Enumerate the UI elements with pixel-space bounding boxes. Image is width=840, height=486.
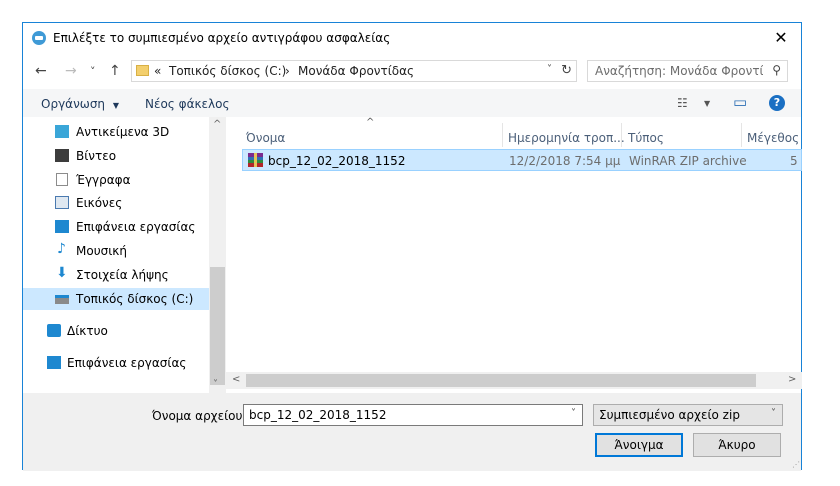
view-dropdown-icon[interactable]: ▼: [704, 99, 710, 108]
column-header-date[interactable]: Ημερομηνία τροπ...: [508, 131, 625, 145]
sidebar-item-label: Επιφάνεια εργασίας: [67, 356, 187, 370]
scroll-up-icon[interactable]: ^: [213, 119, 221, 130]
search-icon[interactable]: ⚲: [772, 63, 781, 77]
file-list: ^ Όνομα Ημερομηνία τροπ... Τύπος Μέγεθος…: [226, 117, 802, 393]
sidebar-item-documents[interactable]: Έγγραφα: [23, 169, 208, 191]
organize-label: Οργάνωση: [41, 97, 106, 111]
file-type-value: Συμπιεσμένο αρχείο zip: [599, 408, 740, 422]
sidebar-item-downloads[interactable]: ⬇ Στοιχεία λήψης: [23, 264, 208, 286]
open-button[interactable]: Άνοιγμα: [595, 433, 683, 457]
local-disk-icon: [55, 295, 69, 304]
recent-locations-icon[interactable]: ˅: [90, 65, 96, 78]
help-icon[interactable]: ?: [769, 95, 785, 111]
sidebar-item-label: Αντικείμενα 3D: [76, 125, 170, 139]
forward-icon[interactable]: →: [65, 63, 77, 79]
winrar-archive-icon: [248, 153, 263, 167]
scroll-left-icon[interactable]: <: [232, 374, 240, 385]
view-options-icon[interactable]: ☷: [677, 96, 688, 110]
app-icon: [32, 31, 46, 45]
new-folder-button[interactable]: Νέος φάκελος: [145, 97, 230, 111]
sidebar-item-label: Στοιχεία λήψης: [76, 268, 169, 282]
navigation-pane: Αντικείμενα 3D Βίντεο Έγγραφα Εικόνες Επ…: [23, 117, 226, 393]
command-toolbar: Οργάνωση ▼ Νέος φάκελος ☷ ▼ ▭ ?: [23, 89, 801, 117]
sidebar-item-label: Έγγραφα: [76, 173, 131, 187]
horizontal-scrollbar[interactable]: < >: [226, 372, 802, 389]
sidebar-item-3d-objects[interactable]: Αντικείμενα 3D: [23, 121, 208, 143]
downloads-icon: ⬇: [56, 265, 68, 281]
column-divider[interactable]: [502, 123, 503, 147]
navigation-scrollbar[interactable]: ^ ˅: [209, 117, 226, 393]
back-icon[interactable]: ←: [35, 63, 47, 79]
breadcrumb-current-folder[interactable]: Μονάδα Φροντίδας: [298, 64, 414, 78]
sidebar-item-label: Εικόνες: [76, 196, 123, 210]
breadcrumb-overflow[interactable]: «: [154, 64, 161, 78]
desktop-icon: [55, 220, 69, 233]
up-folder-icon[interactable]: ↑: [109, 63, 121, 79]
column-divider[interactable]: [741, 123, 742, 147]
sidebar-item-label: Μουσική: [76, 244, 127, 258]
3d-objects-icon: [55, 125, 69, 138]
file-type-select[interactable]: Συμπιεσμένο αρχείο zip ˅: [593, 404, 783, 426]
sidebar-item-label: Δίκτυο: [67, 324, 108, 338]
cancel-button[interactable]: Άκυρο: [693, 433, 781, 457]
search-input[interactable]: Αναζήτηση: Μονάδα Φροντί... ⚲: [587, 60, 788, 82]
sidebar-item-desktop[interactable]: Επιφάνεια εργασίας: [23, 216, 208, 238]
sidebar-item-label: Τοπικός δίσκος (C:): [76, 292, 194, 306]
scroll-down-icon[interactable]: ˅: [213, 379, 218, 390]
sidebar-item-music[interactable]: ♪ Μουσική: [23, 240, 208, 262]
close-button[interactable]: ✕: [761, 23, 801, 53]
resize-grip-icon[interactable]: ⋰: [792, 460, 800, 469]
chevron-down-icon: ˅: [771, 408, 776, 419]
sidebar-item-pictures[interactable]: Εικόνες: [23, 192, 208, 214]
column-header-size[interactable]: Μέγεθος: [747, 131, 799, 145]
sidebar-item-local-disk[interactable]: Τοπικός δίσκος (C:): [23, 288, 209, 310]
address-bar[interactable]: « Τοπικός δίσκος (C:) › Μονάδα Φροντίδας…: [131, 60, 577, 82]
file-size: 5: [790, 154, 798, 168]
preview-pane-icon[interactable]: ▭: [733, 93, 747, 111]
filename-label: Όνομα αρχείου:: [152, 409, 247, 423]
organize-button[interactable]: Οργάνωση ▼: [41, 97, 119, 111]
sidebar-item-video[interactable]: Βίντεο: [23, 145, 208, 167]
column-header-type[interactable]: Τύπος: [628, 131, 664, 145]
sidebar-item-desktop-root[interactable]: Επιφάνεια εργασίας: [23, 352, 208, 374]
file-type: WinRAR ZIP archive: [629, 154, 747, 168]
sidebar-item-label: Επιφάνεια εργασίας: [76, 220, 196, 234]
scroll-right-icon[interactable]: >: [788, 374, 796, 385]
network-icon: [47, 324, 61, 337]
navigation-bar: ← → ˅ ↑ « Τοπικός δίσκος (C:) › Μονάδα Φ…: [23, 57, 801, 85]
filename-value: bcp_12_02_2018_1152: [249, 408, 387, 422]
column-divider[interactable]: [621, 123, 622, 147]
table-row[interactable]: bcp_12_02_2018_1152 12/2/2018 7:54 μμ Wi…: [242, 149, 802, 171]
dialog-footer: Όνομα αρχείου: bcp_12_02_2018_1152 ˅ Συμ…: [23, 393, 801, 471]
chevron-down-icon[interactable]: ˅: [571, 408, 576, 419]
file-date: 12/2/2018 7:54 μμ: [509, 154, 621, 168]
desktop-icon: [47, 356, 61, 369]
sort-ascending-icon: ^: [366, 117, 375, 128]
sidebar-item-network[interactable]: Δίκτυο: [23, 320, 208, 342]
address-dropdown-icon[interactable]: ˅: [547, 64, 552, 75]
sidebar-item-label: Βίντεο: [76, 149, 117, 163]
file-name: bcp_12_02_2018_1152: [268, 154, 406, 168]
music-icon: ♪: [57, 241, 66, 257]
title-bar: Επιλέξτε το συμπιεσμένο αρχείο αντιγράφο…: [23, 23, 801, 53]
refresh-icon[interactable]: ↻: [561, 63, 572, 78]
search-placeholder: Αναζήτηση: Μονάδα Φροντί...: [595, 64, 763, 78]
filename-field[interactable]: bcp_12_02_2018_1152 ˅: [243, 404, 583, 426]
video-icon: [55, 149, 69, 162]
scrollbar-thumb[interactable]: [246, 374, 756, 387]
breadcrumb-local-disk[interactable]: Τοπικός δίσκος (C:): [169, 64, 286, 78]
documents-icon: [56, 173, 68, 186]
organize-dropdown-icon: ▼: [112, 101, 120, 110]
file-open-dialog: Επιλέξτε το συμπιεσμένο αρχείο αντιγράφο…: [22, 22, 802, 471]
pictures-icon: [55, 196, 69, 209]
breadcrumb-separator[interactable]: ›: [285, 64, 290, 78]
scrollbar-thumb[interactable]: [210, 267, 225, 385]
folder-icon: [136, 65, 149, 76]
dialog-title: Επιλέξτε το συμπιεσμένο αρχείο αντιγράφο…: [53, 31, 391, 45]
column-header-name[interactable]: Όνομα: [246, 131, 285, 145]
